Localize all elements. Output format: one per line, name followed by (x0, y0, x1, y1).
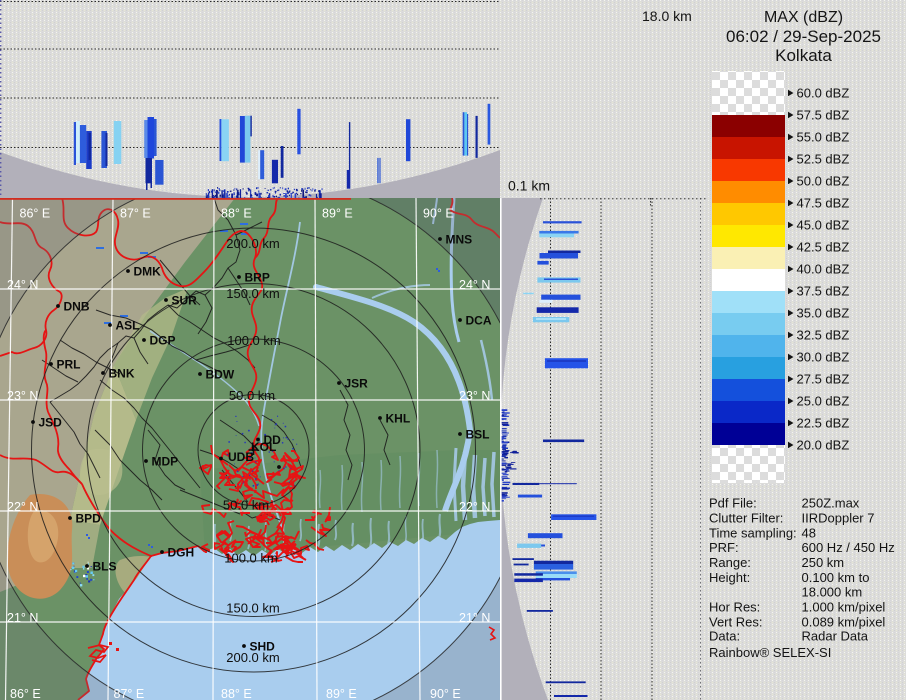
svg-text:Radar Data: Radar Data (802, 628, 869, 643)
svg-text:88° E: 88° E (221, 207, 252, 221)
svg-text:DGP: DGP (150, 334, 176, 348)
svg-text:50.0 km: 50.0 km (229, 388, 275, 403)
svg-text:Vert Res:: Vert Res: (709, 614, 762, 629)
svg-text:22° N: 22° N (459, 500, 490, 514)
svg-text:DCA: DCA (466, 314, 492, 328)
svg-text:32.5 dBZ: 32.5 dBZ (797, 328, 850, 343)
svg-text:42.5 dBZ: 42.5 dBZ (797, 240, 850, 255)
svg-text:KHL: KHL (386, 412, 411, 426)
svg-text:06:02 / 29-Sep-2025: 06:02 / 29-Sep-2025 (726, 27, 881, 46)
svg-text:BRP: BRP (245, 271, 270, 285)
svg-text:KOL: KOL (251, 440, 276, 454)
svg-text:48: 48 (802, 525, 816, 540)
svg-text:88° E: 88° E (221, 687, 252, 700)
svg-text:100.0 km: 100.0 km (224, 551, 277, 566)
svg-text:Kolkata: Kolkata (775, 46, 832, 65)
svg-text:90° E: 90° E (423, 207, 454, 221)
svg-text:BSL: BSL (466, 428, 490, 442)
svg-text:BPD: BPD (76, 512, 102, 526)
svg-text:MNS: MNS (446, 233, 473, 247)
svg-text:90° E: 90° E (430, 687, 461, 700)
svg-text:Range:: Range: (709, 555, 751, 570)
svg-text:SUR: SUR (172, 294, 198, 308)
svg-text:BNK: BNK (109, 367, 135, 381)
svg-text:PRF:: PRF: (709, 540, 739, 555)
svg-text:JSR: JSR (345, 377, 369, 391)
svg-text:0.1 km: 0.1 km (508, 178, 550, 194)
svg-text:18.000 km: 18.000 km (802, 585, 863, 600)
svg-text:21° N: 21° N (459, 611, 490, 625)
svg-text:45.0 dBZ: 45.0 dBZ (797, 218, 850, 233)
svg-text:IIRDoppler 7: IIRDoppler 7 (802, 510, 875, 525)
svg-text:Height:: Height: (709, 570, 750, 585)
svg-text:100.0 km: 100.0 km (227, 333, 280, 348)
svg-text:87° E: 87° E (120, 207, 151, 221)
svg-text:86° E: 86° E (10, 687, 41, 700)
svg-text:MAX (dBZ): MAX (dBZ) (764, 9, 843, 26)
svg-text:50.0 km: 50.0 km (223, 498, 269, 513)
svg-text:PRL: PRL (57, 358, 81, 372)
svg-text:60.0 dBZ: 60.0 dBZ (797, 86, 850, 101)
svg-text:BLS: BLS (93, 560, 117, 574)
svg-text:250Z.max: 250Z.max (802, 496, 860, 511)
svg-text:BDW: BDW (206, 368, 235, 382)
svg-text:UDB: UDB (228, 450, 254, 464)
svg-text:87° E: 87° E (114, 687, 145, 700)
svg-text:Clutter Filter:: Clutter Filter: (709, 510, 783, 525)
svg-text:Hor Res:: Hor Res: (709, 600, 760, 615)
svg-text:150.0 km: 150.0 km (226, 286, 279, 301)
svg-text:18.0 km: 18.0 km (642, 8, 692, 24)
svg-text:200.0 km: 200.0 km (226, 236, 279, 251)
svg-text:150.0 km: 150.0 km (226, 601, 279, 616)
svg-text:35.0 dBZ: 35.0 dBZ (797, 306, 850, 321)
svg-text:Rainbow® SELEX-SI: Rainbow® SELEX-SI (709, 645, 831, 660)
svg-text:24° N: 24° N (459, 278, 490, 292)
svg-text:22.5 dBZ: 22.5 dBZ (797, 416, 850, 431)
svg-text:86° E: 86° E (20, 207, 51, 221)
svg-text:50.0 dBZ: 50.0 dBZ (797, 174, 850, 189)
svg-text:89° E: 89° E (322, 207, 353, 221)
svg-text:0.089 km/pixel: 0.089 km/pixel (802, 614, 886, 629)
svg-text:21° N: 21° N (7, 611, 38, 625)
svg-text:30.0 dBZ: 30.0 dBZ (797, 350, 850, 365)
svg-text:52.5 dBZ: 52.5 dBZ (797, 152, 850, 167)
svg-text:37.5 dBZ: 37.5 dBZ (797, 284, 850, 299)
svg-text:200.0 km: 200.0 km (226, 650, 279, 665)
svg-text:47.5 dBZ: 47.5 dBZ (797, 196, 850, 211)
svg-text:24° N: 24° N (7, 278, 38, 292)
svg-text:JSD: JSD (39, 416, 63, 430)
svg-text:MDP: MDP (152, 455, 179, 469)
svg-text:Pdf File:: Pdf File: (709, 496, 757, 511)
svg-text:DGH: DGH (168, 546, 195, 560)
svg-text:55.0 dBZ: 55.0 dBZ (797, 130, 850, 145)
svg-text:Data:: Data: (709, 628, 740, 643)
svg-text:250 km: 250 km (802, 555, 845, 570)
svg-text:Time sampling:: Time sampling: (709, 525, 797, 540)
svg-text:DNB: DNB (64, 300, 90, 314)
svg-text:23° N: 23° N (7, 389, 38, 403)
svg-text:ASL: ASL (116, 319, 140, 333)
svg-text:600 Hz / 450 Hz: 600 Hz / 450 Hz (802, 540, 895, 555)
svg-text:1.000 km/pixel: 1.000 km/pixel (802, 600, 886, 615)
svg-text:27.5 dBZ: 27.5 dBZ (797, 372, 850, 387)
svg-text:DMK: DMK (134, 265, 162, 279)
svg-text:25.0 dBZ: 25.0 dBZ (797, 394, 850, 409)
svg-text:0.100 km to: 0.100 km to (802, 570, 870, 585)
svg-text:57.5 dBZ: 57.5 dBZ (797, 108, 850, 123)
svg-text:22° N: 22° N (7, 500, 38, 514)
svg-text:20.0 dBZ: 20.0 dBZ (797, 438, 850, 453)
svg-text:89° E: 89° E (326, 687, 357, 700)
svg-text:40.0 dBZ: 40.0 dBZ (797, 262, 850, 277)
svg-text:23° N: 23° N (459, 389, 490, 403)
